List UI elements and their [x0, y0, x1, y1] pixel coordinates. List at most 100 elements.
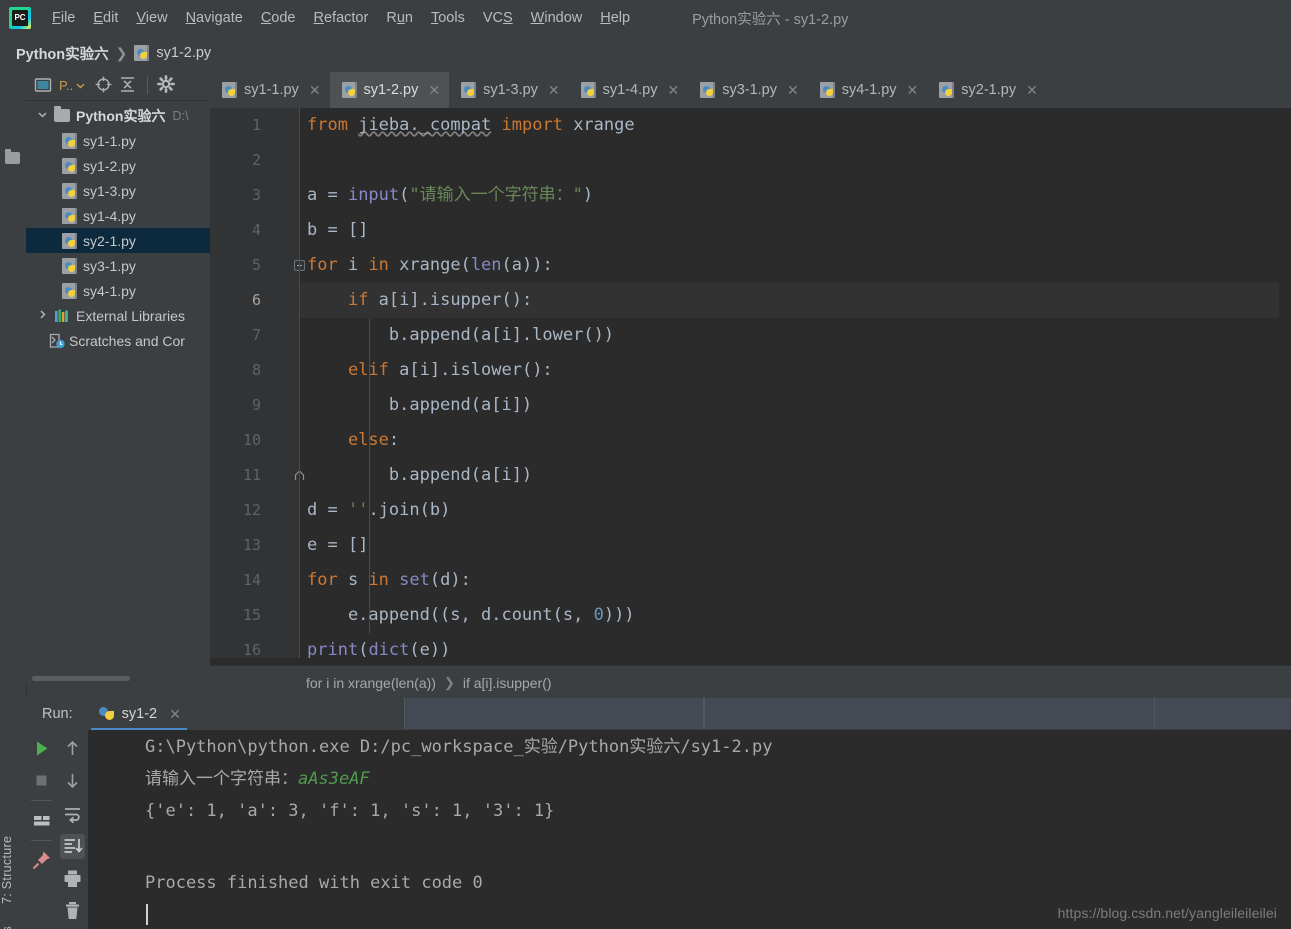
tree-item-label: sy2-1.py	[83, 232, 136, 249]
tree-item-label: Python实验六	[76, 107, 166, 124]
menu-item-view[interactable]: View	[127, 7, 176, 29]
menu-item-refactor[interactable]: Refactor	[305, 7, 378, 29]
console-user-input: aAs3eAF	[298, 769, 370, 789]
project-view-icon[interactable]	[34, 75, 54, 95]
tool-tab-structure[interactable]: 7: Structure	[0, 827, 26, 913]
scrollbar-thumb[interactable]	[32, 676, 130, 681]
tree-item-label: Scratches and Cor	[69, 332, 185, 349]
down-arrow-button[interactable]	[60, 768, 85, 793]
tree-item-sy1-4[interactable]: sy1-4.py	[26, 203, 210, 228]
run-tool-window: Run: sy1-2 ✕ G:\Python\python.exe D:/pc_…	[26, 698, 1291, 929]
tree-item-sy1-3[interactable]: sy1-3.py	[26, 178, 210, 203]
python-file-icon	[461, 82, 477, 98]
soft-wrap-button[interactable]	[60, 802, 85, 827]
close-icon[interactable]: ✕	[428, 82, 440, 99]
breadcrumb-file[interactable]: sy1-2.py	[156, 45, 211, 61]
close-icon[interactable]: ✕	[1026, 82, 1038, 99]
python-file-icon	[62, 207, 77, 224]
close-icon[interactable]: ✕	[907, 82, 919, 99]
menu-item-edit[interactable]: Edit	[84, 7, 127, 29]
menu-item-tools[interactable]: Tools	[422, 7, 474, 29]
locate-file-icon[interactable]	[94, 75, 114, 95]
tree-item-project-root[interactable]: Python实验六 D:\	[26, 103, 210, 128]
navigation-bar: Python实验六 ❯ sy1-2.py	[0, 36, 1291, 71]
project-horizontal-scrollbar[interactable]	[26, 673, 210, 683]
print-button[interactable]	[60, 866, 85, 891]
line-number: 15	[242, 606, 261, 624]
line-number: 2	[251, 151, 261, 169]
trash-button[interactable]	[60, 898, 85, 923]
menu-item-file[interactable]: FFileile	[43, 7, 84, 29]
editor-tab-label: sy1-3.py	[483, 82, 538, 98]
editor-tab-sy1-4[interactable]: sy1-4.py ✕	[569, 72, 689, 108]
line-number-current: 6	[251, 291, 261, 309]
menu-item-navigate[interactable]: Navigate	[177, 7, 252, 29]
breadcrumb-project[interactable]: Python实验六	[16, 43, 109, 64]
gear-icon[interactable]	[157, 75, 177, 95]
close-icon[interactable]: ✕	[548, 82, 560, 99]
run-tab-bar: Run: sy1-2 ✕	[26, 698, 1291, 731]
collapse-all-icon[interactable]	[118, 75, 138, 95]
tree-item-sy3-1[interactable]: sy3-1.py	[26, 253, 210, 278]
code-line-11: b.append(a[i])	[307, 465, 533, 485]
breadcrumb-scope-if[interactable]: if a[i].isupper()	[463, 675, 552, 691]
editor-tab-sy1-1[interactable]: sy1-1.py ✕	[210, 72, 330, 108]
breadcrumb-scope-for[interactable]: for i in xrange(len(a))	[306, 675, 436, 691]
chevron-down-icon[interactable]	[76, 81, 85, 90]
python-file-icon	[341, 82, 357, 98]
project-folder-icon[interactable]	[5, 149, 21, 168]
run-tab-sy1-2[interactable]: sy1-2 ✕	[90, 699, 188, 731]
scroll-to-end-button[interactable]	[60, 834, 85, 859]
code-line-7: b.append(a[i].lower())	[307, 325, 615, 345]
tree-item-sy4-1[interactable]: sy4-1.py	[26, 278, 210, 303]
editor-tab-label: sy1-1.py	[244, 82, 299, 98]
chevron-expanded-icon[interactable]	[36, 110, 49, 122]
tool-tab-favorites[interactable]: Favorites	[0, 913, 26, 929]
code-content[interactable]: from jieba._compat import xrange a = inp…	[300, 108, 1291, 665]
line-number: 10	[242, 431, 261, 449]
editor-scrollbar[interactable]	[1279, 108, 1291, 665]
python-run-icon	[98, 706, 115, 722]
menu-item-window[interactable]: Window	[522, 7, 592, 29]
tree-item-external-libraries[interactable]: External Libraries	[26, 303, 210, 328]
editor-tab-sy1-3[interactable]: sy1-3.py ✕	[449, 72, 569, 108]
code-line-5: for i in xrange(len(a)):	[307, 255, 553, 275]
editor-tab-sy1-2[interactable]: sy1-2.py ✕	[329, 72, 450, 108]
python-file-icon	[939, 82, 955, 98]
close-icon[interactable]: ✕	[309, 82, 321, 99]
project-view-selector-label[interactable]: P..	[59, 78, 73, 93]
rerun-button[interactable]	[29, 736, 54, 761]
project-toolbar: P..	[26, 70, 210, 101]
editor-tab-sy4-1[interactable]: sy4-1.py ✕	[808, 72, 928, 108]
tree-item-sy1-1[interactable]: sy1-1.py	[26, 128, 210, 153]
python-file-icon	[62, 282, 77, 299]
code-editor[interactable]: 1 2 3 4 5 6 7 8 9 10 11 12 13 14 15 16 f…	[210, 108, 1291, 665]
close-icon[interactable]: ✕	[787, 82, 799, 99]
restore-layout-button[interactable]	[29, 808, 54, 833]
tree-item-scratches[interactable]: Scratches and Cor	[26, 328, 210, 353]
console-output[interactable]: G:\Python\python.exe D:/pc_workspace_实验/…	[88, 730, 1291, 929]
menu-item-vcs[interactable]: VCS	[474, 7, 522, 29]
chevron-collapsed-icon[interactable]	[36, 310, 49, 322]
toolbar-divider	[31, 800, 52, 801]
menu-item-help[interactable]: Help	[591, 7, 639, 29]
pin-tab-button[interactable]	[29, 848, 54, 873]
close-icon[interactable]: ✕	[169, 706, 181, 723]
code-line-6: if a[i].isupper():	[300, 283, 1291, 318]
editor-tab-label: sy4-1.py	[841, 82, 897, 98]
menu-item-code[interactable]: Code	[252, 7, 305, 29]
editor-gutter[interactable]: 1 2 3 4 5 6 7 8 9 10 11 12 13 14 15 16	[210, 108, 305, 665]
tree-item-sy2-1[interactable]: sy2-1.py	[26, 228, 210, 253]
code-line-8: elif a[i].islower():	[347, 360, 553, 380]
close-icon[interactable]: ✕	[667, 82, 679, 99]
run-panel-label: Run:	[42, 706, 73, 722]
run-tabbar-segment-3	[1154, 698, 1291, 729]
up-arrow-button[interactable]	[60, 736, 85, 761]
editor-tab-label: sy2-1.py	[961, 82, 1017, 98]
editor-tab-sy2-1[interactable]: sy2-1.py ✕	[927, 72, 1047, 108]
editor-tab-sy3-1[interactable]: sy3-1.py ✕	[688, 72, 808, 108]
tree-item-sy1-2[interactable]: sy1-2.py	[26, 153, 210, 178]
code-line-12: d = ''.join(b)	[307, 500, 451, 520]
stop-button[interactable]	[29, 768, 54, 793]
menu-item-run[interactable]: Run	[377, 7, 422, 29]
